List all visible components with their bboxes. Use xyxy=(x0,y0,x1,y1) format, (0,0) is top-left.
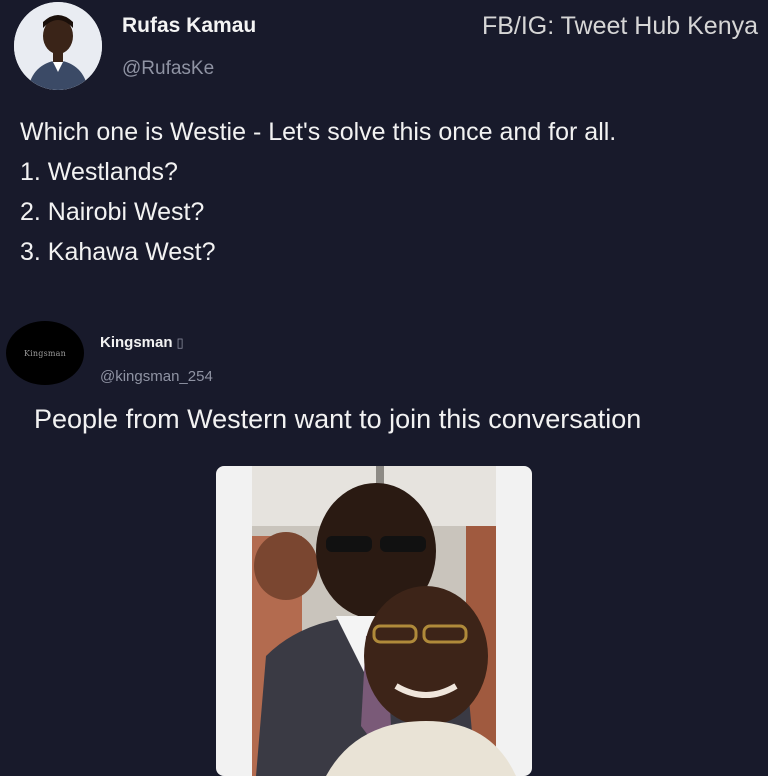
tweet-line: 1. Westlands? xyxy=(20,158,178,186)
tweet-line: 2. Nairobi West? xyxy=(20,198,205,226)
reply-author-name-text: Kingsman xyxy=(100,334,173,351)
reply-author-name[interactable]: Kingsman ▯ xyxy=(100,334,184,351)
verified-icon: ▯ xyxy=(176,335,184,350)
author-avatar[interactable] xyxy=(14,2,102,90)
tweet-body: Which one is Westie - Let's solve this o… xyxy=(20,120,768,280)
tweet-line: 3. Kahawa West? xyxy=(20,238,216,266)
reply-avatar-label: Kingsman xyxy=(23,348,67,358)
author-handle[interactable]: @RufasKe xyxy=(122,58,214,80)
author-name[interactable]: Rufas Kamau xyxy=(122,14,256,38)
reply-body: People from Western want to join this co… xyxy=(34,404,642,434)
reply-avatar[interactable]: Kingsman xyxy=(6,321,84,385)
watermark-text: FB/IG: Tweet Hub Kenya xyxy=(481,12,758,40)
tweet-line: Which one is Westie - Let's solve this o… xyxy=(20,118,617,146)
attached-photo[interactable] xyxy=(216,466,532,776)
photo-image xyxy=(252,466,516,776)
reply-author-handle[interactable]: @kingsman_254 xyxy=(100,368,213,385)
person-photo-icon xyxy=(14,2,102,90)
